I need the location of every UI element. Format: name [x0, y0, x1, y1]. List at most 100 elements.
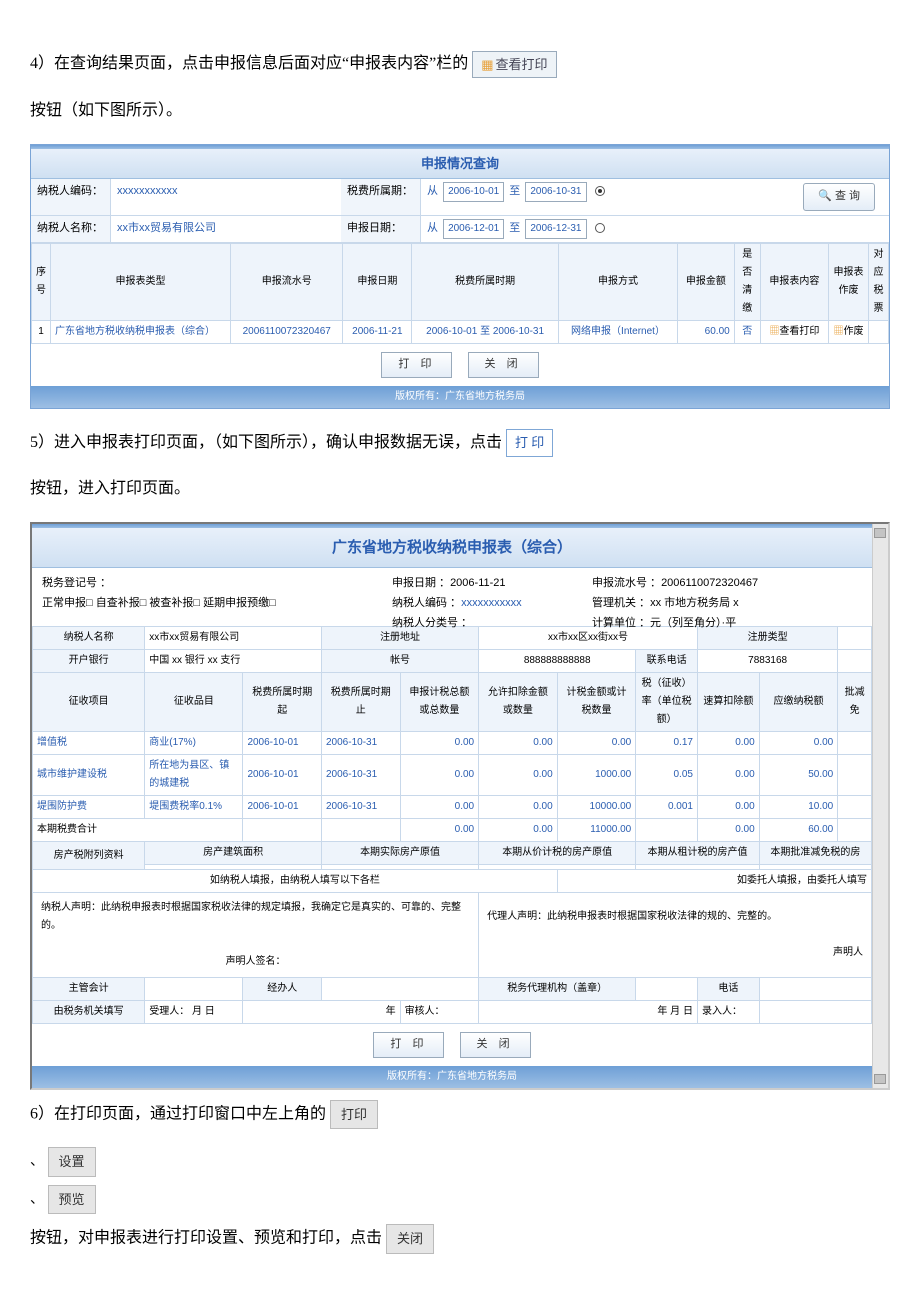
dr-c4: 2006-10-31: [322, 755, 401, 796]
doc-icon-2: ▦: [834, 326, 844, 337]
doc-icon: ▦: [481, 57, 493, 72]
dr-c4: 2006-10-31: [322, 796, 401, 819]
date-to-2[interactable]: 2006-12-31: [525, 219, 586, 239]
th2-3: 税费所属时期起: [243, 673, 322, 732]
taxpayer-code-value: xxxxxxxxxxx: [111, 179, 341, 215]
th-way: 申报方式: [558, 243, 677, 320]
taxpayer-code-label: 纳税人编码：: [31, 179, 111, 215]
shot1-copyright: 版权所有：广东省地方税务局: [31, 386, 889, 408]
hdr-org-val: xx 市地方税务局 x: [650, 597, 739, 609]
hdr-date-val: 2006-11-21: [450, 577, 505, 589]
para6-mid: 按钮，对申报表进行打印设置、预览和打印，点击: [30, 1230, 382, 1247]
date-from-2[interactable]: 2006-12-01: [443, 219, 504, 239]
sep-1: 、 设置: [30, 1147, 890, 1176]
report-date-label: 申报日期：: [341, 216, 421, 242]
td-date: 2006-11-21: [343, 320, 412, 343]
dr-c5: 0.00: [400, 755, 479, 796]
dr-c8: 0.001: [636, 796, 698, 819]
sum-c9: 0.00: [697, 819, 759, 842]
close-small-button[interactable]: 关闭: [386, 1224, 434, 1253]
para6-pre: 6）在打印页面，通过打印窗口中左上角的: [30, 1105, 326, 1122]
th2-10: 应缴纳税额: [759, 673, 838, 732]
dr-c6: 0.00: [479, 732, 558, 755]
decl-right-sign: 声明人: [833, 947, 863, 958]
hdr-payercode-val: xxxxxxxxxxx: [461, 597, 522, 609]
fc-header: 房产税附列资料 房产建筑面积 本期实际房产原值 本期从价计税的房产原值 本期从租…: [33, 842, 872, 865]
decl-sign: 声明人签名：: [226, 956, 286, 967]
sep-2: 、 预览: [30, 1185, 890, 1214]
hdr-flow-lbl: 申报流水号 ：: [592, 577, 661, 589]
tax-period-value: 从 2006-10-01 至 2006-10-31: [421, 179, 789, 215]
dr-c5: 0.00: [400, 796, 479, 819]
hdr-unit-lbl: 计算单位 ：元（列至角分）·平: [592, 617, 736, 629]
search-button[interactable]: 🔍查 询: [803, 183, 875, 211]
screenshot-print-page: 广东省地方税收纳税申报表（综合） 申报日期 ：2006-11-21 纳税人编码 …: [30, 522, 890, 1090]
sum-c5: 0.00: [400, 819, 479, 842]
dr-c10: 50.00: [759, 755, 838, 796]
hdr-check: 正常申报□ 自查补报□ 被查补报□ 延期申报预缴□: [42, 597, 276, 609]
print-button-inline[interactable]: 打 印: [506, 429, 553, 456]
fc-c4: 本期从租计税的房产值: [636, 842, 759, 865]
shot1-footer: 打 印 关 闭: [31, 344, 889, 386]
dr-c9: 0.00: [697, 796, 759, 819]
filter-row-2: 纳税人名称： xx市xx贸易有限公司 申报日期： 从 2006-12-01 至 …: [31, 216, 889, 243]
decl-left: 纳税人声明：此纳税申报表时根据国家税收法律的规定填报，我确定它是真实的、可靠的、…: [33, 893, 479, 978]
td-content-label: 查看打印: [779, 326, 819, 337]
td-content[interactable]: ▦查看打印: [760, 320, 828, 343]
r2c5: 联系电话: [636, 650, 698, 673]
th-date: 申报日期: [343, 243, 412, 320]
settings-button[interactable]: 设置: [48, 1147, 96, 1176]
paragraph-5b: 按钮，进入打印页面。: [30, 475, 890, 504]
fc-c1: 房产建筑面积: [145, 842, 322, 865]
r1c6: [838, 627, 872, 650]
note-right: 如委托人填报，由委托人填写: [557, 870, 871, 893]
print-button[interactable]: 打 印: [381, 352, 452, 378]
dr-c5: 0.00: [400, 732, 479, 755]
preview-button[interactable]: 预览: [48, 1185, 96, 1214]
sum-c6: 0.00: [479, 819, 558, 842]
fc-c2: 本期实际房产原值: [322, 842, 479, 865]
dr-c7: 10000.00: [557, 796, 636, 819]
shot2-close-button[interactable]: 关 闭: [460, 1032, 531, 1058]
td-void[interactable]: ▦作废: [829, 320, 869, 343]
scroll-down-icon[interactable]: [874, 1074, 886, 1084]
dr-c4: 2006-10-31: [322, 732, 401, 755]
th-void: 申报表作废: [829, 243, 869, 320]
radio-period[interactable]: [595, 186, 605, 196]
td-type[interactable]: 广东省地方税收纳税申报表（综合）: [51, 320, 231, 343]
print-small-button[interactable]: 打印: [330, 1100, 378, 1129]
taxpayer-name-value: xx市xx贸易有限公司: [111, 216, 341, 242]
view-print-button-inline[interactable]: ▦查看打印: [472, 51, 556, 78]
r1c2: xx市xx贸易有限公司: [145, 627, 322, 650]
tax-period-label: 税费所属期：: [341, 179, 421, 215]
row-input: 录入人：: [697, 1001, 759, 1024]
sum-lbl: 本期税费合计: [33, 819, 243, 842]
th-amt: 申报金额: [678, 243, 735, 320]
radio-date[interactable]: [595, 223, 605, 233]
r2c7: [838, 650, 872, 673]
fc-c5: 本期批准减免税的房: [759, 842, 871, 865]
th-period: 税费所属时期: [412, 243, 559, 320]
search-icon: 🔍: [818, 190, 832, 202]
close-button[interactable]: 关 闭: [468, 352, 539, 378]
result-table: 序号 申报表类型 申报流水号 申报日期 税费所属时期 申报方式 申报金额 是否清…: [31, 243, 889, 344]
td-clear: 否: [734, 320, 760, 343]
td-flow: 2006110072320467: [231, 320, 343, 343]
paragraph-6b: 按钮，对申报表进行打印设置、预览和打印，点击 关闭: [30, 1224, 890, 1253]
th2-9: 速算扣除额: [697, 673, 759, 732]
row-recv: 受理人： 月 日: [145, 1001, 243, 1024]
dr-c8: 0.05: [636, 755, 698, 796]
row-audit: 审核人：: [400, 1001, 479, 1024]
scrollbar[interactable]: [872, 524, 888, 1088]
date-from-1[interactable]: 2006-10-01: [443, 182, 504, 202]
th-content: 申报表内容: [760, 243, 828, 320]
shot2-print-button[interactable]: 打 印: [373, 1032, 444, 1058]
hdr-payercode-lbl: 纳税人编码 ：: [392, 597, 461, 609]
th-seq: 序号: [32, 243, 51, 320]
date-to-1[interactable]: 2006-10-31: [525, 182, 586, 202]
scroll-up-icon[interactable]: [874, 528, 886, 538]
taxpayer-name-label: 纳税人名称：: [31, 216, 111, 242]
th-clear: 是否清缴: [734, 243, 760, 320]
th-flow: 申报流水号: [231, 243, 343, 320]
fc-c3: 本期从价计税的房产原值: [479, 842, 636, 865]
